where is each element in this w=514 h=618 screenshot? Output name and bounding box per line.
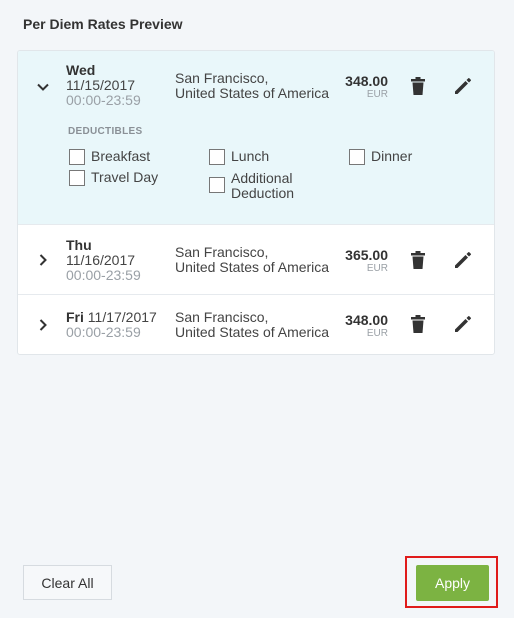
chevron-right-icon[interactable] [36,253,50,267]
row-amount: 348.00 [345,73,388,89]
checkbox-label: Additional Deduction [231,170,295,201]
row-time: 00:00-23:59 [66,267,141,283]
checkbox-label: Breakfast [91,148,151,164]
row-location-city: San Francisco, [175,70,269,86]
per-diem-list: Wed 11/15/2017 00:00-23:59 San Francisco… [17,50,495,355]
lunch-checkbox[interactable]: Lunch [209,149,269,165]
pencil-icon[interactable] [453,76,473,96]
per-diem-row: Thu 11/16/2017 00:00-23:59 San Francisco… [18,225,494,295]
deductibles-label: DEDUCTIBLES [68,126,143,137]
row-date: 11/15/2017 [66,77,136,93]
additional-deduction-checkbox[interactable]: Additional Deduction [209,171,301,201]
dinner-checkbox[interactable]: Dinner [349,149,412,165]
row-time: 00:00-23:59 [66,92,141,108]
row-location-country: United States of America [175,324,330,340]
row-day: Fri [66,309,84,325]
row-currency: EUR [366,89,388,100]
checkbox-box[interactable] [209,177,225,193]
checkbox-box[interactable] [69,149,85,165]
checkbox-box[interactable] [209,149,225,165]
clear-all-button[interactable]: Clear All [23,565,112,600]
trash-icon[interactable] [408,314,428,334]
row-amount: 365.00 [345,247,388,263]
row-day: Wed [66,62,96,78]
checkbox-label: Travel Day [91,169,159,185]
row-day: Thu [66,237,92,253]
row-time: 00:00-23:59 [66,324,141,340]
panel-title: Per Diem Rates Preview [23,16,183,32]
per-diem-row: Fri 11/17/2017 00:00-23:59 San Francisco… [18,295,494,354]
checkbox-label: Dinner [371,148,413,164]
checkbox-box[interactable] [349,149,365,165]
row-amount: 348.00 [345,312,388,328]
pencil-icon[interactable] [453,314,473,334]
apply-button[interactable]: Apply [416,565,489,601]
row-date: 11/17/2017 [87,309,157,325]
chevron-down-icon[interactable] [36,80,50,94]
pencil-icon[interactable] [453,250,473,270]
row-currency: EUR [366,328,388,339]
row-location-city: San Francisco, [175,309,269,325]
trash-icon[interactable] [408,250,428,270]
row-location-country: United States of America [175,259,330,275]
row-location-city: San Francisco, [175,244,269,260]
checkbox-label: Lunch [231,148,270,164]
row-currency: EUR [366,263,388,274]
row-location-country: United States of America [175,85,330,101]
chevron-right-icon[interactable] [36,318,50,332]
per-diem-row: Wed 11/15/2017 00:00-23:59 San Francisco… [18,51,494,225]
row-date: 11/16/2017 [66,252,136,268]
trash-icon[interactable] [408,76,428,96]
breakfast-checkbox[interactable]: Breakfast [69,149,150,165]
travel-day-checkbox[interactable]: Travel Day [69,170,158,186]
checkbox-box[interactable] [69,170,85,186]
